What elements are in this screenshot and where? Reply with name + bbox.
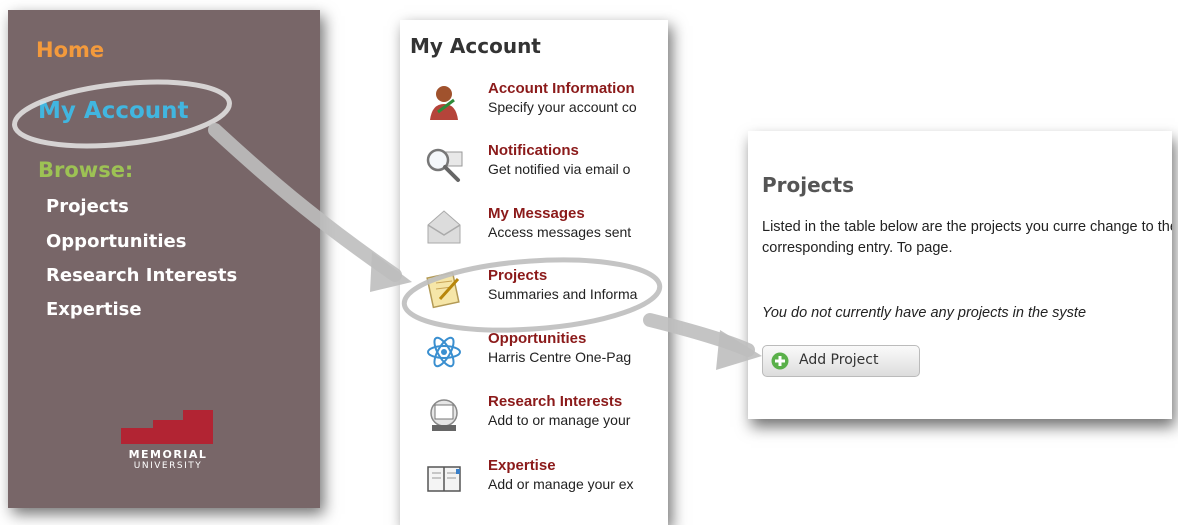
menu-label: My Messages bbox=[488, 205, 585, 222]
nav-home-link[interactable]: Home bbox=[36, 38, 104, 62]
menu-item-my-messages[interactable]: My Messages Access messages sent bbox=[400, 205, 668, 255]
menu-label: Research Interests bbox=[488, 393, 623, 410]
logo-text-memorial: MEMORIAL bbox=[128, 448, 208, 461]
user-icon bbox=[430, 86, 458, 120]
menu-desc: Get notified via email o bbox=[488, 161, 631, 177]
menu-desc: Access messages sent bbox=[488, 224, 632, 240]
add-project-label: Add Project bbox=[799, 352, 879, 368]
logo-text-university: UNIVERSITY bbox=[133, 461, 203, 471]
menu-desc: Summaries and Informa bbox=[488, 286, 638, 302]
plus-circle-icon bbox=[771, 352, 789, 370]
envelope-icon bbox=[427, 210, 461, 244]
menu-label: Notifications bbox=[488, 142, 579, 159]
menu-desc: Specify your account co bbox=[488, 99, 637, 115]
projects-page-title: Projects bbox=[762, 173, 855, 197]
notepad-icon bbox=[426, 271, 460, 309]
menu-item-opportunities[interactable]: Opportunities Harris Centre One-Pag bbox=[400, 330, 668, 380]
magnifier-icon bbox=[426, 148, 463, 182]
projects-page-panel: Projects Listed in the table below are t… bbox=[748, 131, 1172, 419]
menu-item-expertise[interactable]: Expertise Add or manage your ex bbox=[400, 457, 668, 507]
menu-item-notifications[interactable]: Notifications Get notified via email o bbox=[400, 142, 668, 192]
nav-item-projects[interactable]: Projects bbox=[46, 196, 129, 217]
menu-label: Account Information bbox=[488, 80, 635, 97]
nav-my-account-link[interactable]: My Account bbox=[38, 98, 189, 124]
memorial-university-logo: MEMORIAL UNIVERSITY bbox=[113, 408, 223, 478]
menu-desc: Add to or manage your bbox=[488, 412, 631, 428]
menu-item-account-information[interactable]: Account Information Specify your account… bbox=[400, 80, 668, 130]
add-project-button[interactable]: Add Project bbox=[762, 345, 920, 377]
sidebar-panel: Home My Account Browse: Projects Opportu… bbox=[8, 10, 320, 508]
rolodex-icon bbox=[430, 399, 458, 431]
menu-label: Opportunities bbox=[488, 330, 587, 347]
logo-shape bbox=[121, 410, 213, 444]
menu-desc: Add or manage your ex bbox=[488, 476, 634, 492]
menu-desc: Harris Centre One-Pag bbox=[488, 349, 632, 365]
menu-item-research-interests[interactable]: Research Interests Add to or manage your bbox=[400, 393, 668, 443]
menu-label: Expertise bbox=[488, 457, 556, 474]
nav-item-opportunities[interactable]: Opportunities bbox=[46, 231, 186, 252]
my-account-menu-panel: My Account Account Information Specify y… bbox=[400, 20, 668, 525]
book-icon bbox=[427, 466, 461, 492]
projects-description: Listed in the table below are the projec… bbox=[762, 219, 1172, 256]
nav-item-research-interests[interactable]: Research Interests bbox=[46, 265, 237, 286]
empty-projects-message: You do not currently have any projects i… bbox=[762, 305, 1087, 321]
my-account-title: My Account bbox=[410, 34, 541, 58]
atom-icon bbox=[427, 336, 461, 368]
menu-item-projects[interactable]: Projects Summaries and Informa bbox=[400, 267, 668, 317]
nav-browse-heading: Browse: bbox=[38, 158, 134, 182]
menu-label: Projects bbox=[488, 267, 548, 284]
nav-item-expertise[interactable]: Expertise bbox=[46, 299, 142, 320]
